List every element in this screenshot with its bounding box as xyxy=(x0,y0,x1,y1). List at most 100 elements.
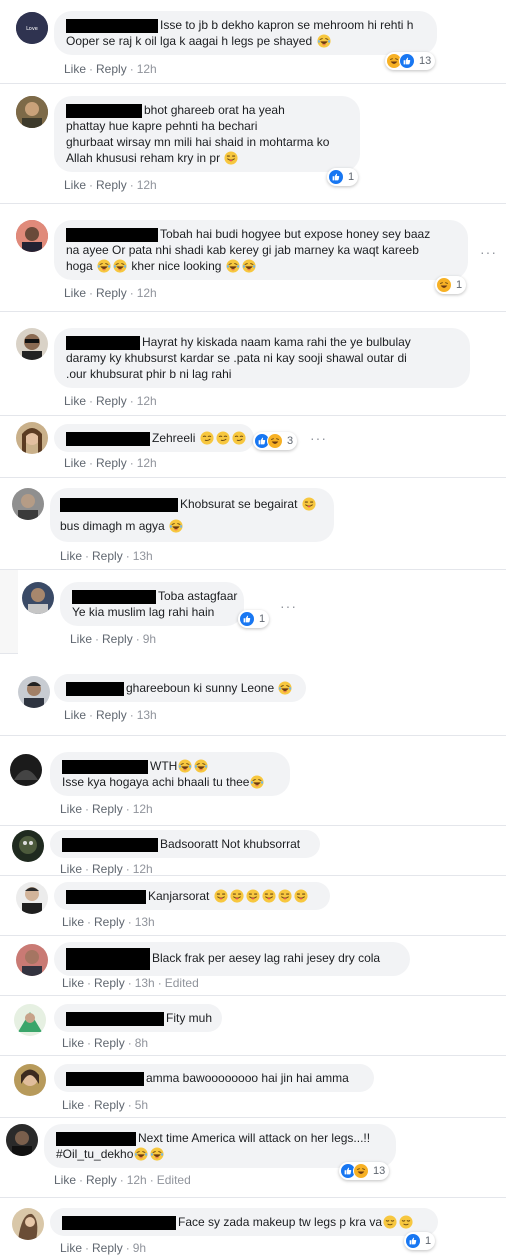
reaction-summary[interactable]: 1 xyxy=(435,276,467,294)
avatar[interactable] xyxy=(16,220,48,252)
like-link[interactable]: Like xyxy=(60,549,82,563)
reply-link[interactable]: Reply xyxy=(96,708,127,722)
reply-link[interactable]: Reply xyxy=(94,1036,125,1050)
like-link[interactable]: Like xyxy=(60,862,82,876)
reply-link[interactable]: Reply xyxy=(96,62,127,76)
avatar[interactable] xyxy=(16,882,48,914)
like-link[interactable]: Like xyxy=(64,178,86,192)
avatar[interactable] xyxy=(22,582,54,614)
like-link[interactable]: Like xyxy=(60,1241,82,1255)
timestamp[interactable]: 13h xyxy=(135,976,155,990)
timestamp[interactable]: 12h xyxy=(133,862,153,876)
timestamp[interactable]: 5h xyxy=(135,1098,148,1112)
like-link[interactable]: Like xyxy=(64,394,86,408)
like-link[interactable]: Like xyxy=(64,286,86,300)
like-link[interactable]: Like xyxy=(64,708,86,722)
timestamp[interactable]: 12h xyxy=(137,394,157,408)
reaction-summary[interactable]: 1 xyxy=(327,168,359,186)
more-options-icon[interactable]: ··· xyxy=(310,430,327,446)
reply-link[interactable]: Reply xyxy=(94,915,125,929)
avatar[interactable] xyxy=(12,1208,44,1240)
timestamp[interactable]: 8h xyxy=(135,1036,148,1050)
avatar[interactable] xyxy=(16,422,48,454)
reply-link[interactable]: Reply xyxy=(96,394,127,408)
comment-actions: Like · Reply · 12h xyxy=(64,456,157,470)
like-link[interactable]: Like xyxy=(70,632,92,646)
comment-actions: Like · Reply · 9h xyxy=(60,1241,146,1255)
smirk-emoji-icon xyxy=(216,431,230,445)
reply-link[interactable]: Reply xyxy=(92,802,123,816)
separator: · xyxy=(119,1173,124,1187)
like-link[interactable]: Like xyxy=(54,1173,76,1187)
avatar[interactable] xyxy=(18,676,50,708)
like-link[interactable]: Like xyxy=(62,1098,84,1112)
timestamp[interactable]: 12h xyxy=(137,286,157,300)
avatar[interactable] xyxy=(16,328,48,360)
comment-text: Khobsurat se begairat xyxy=(180,497,298,511)
like-link[interactable]: Like xyxy=(62,915,84,929)
separator: · xyxy=(129,62,134,76)
reaction-summary[interactable]: 13 xyxy=(385,52,436,70)
timestamp[interactable]: 12h xyxy=(127,1173,147,1187)
reply-link[interactable]: Reply xyxy=(96,178,127,192)
reply-link[interactable]: Reply xyxy=(94,1098,125,1112)
comment-text: Badsooratt Not khubsorrat xyxy=(160,837,301,851)
reaction-summary[interactable]: 1 xyxy=(238,610,270,628)
like-link[interactable]: Like xyxy=(60,802,82,816)
comment-text: na ayee Or pata nhi shadi kab kerey gi j… xyxy=(66,243,419,257)
avatar[interactable] xyxy=(16,944,48,976)
avatar[interactable]: Love xyxy=(16,12,48,44)
avatar[interactable] xyxy=(10,754,42,786)
timestamp[interactable]: 9h xyxy=(143,632,156,646)
timestamp[interactable]: 12h xyxy=(137,62,157,76)
laughing-emoji-icon xyxy=(194,759,208,773)
reply-link[interactable]: Reply xyxy=(92,1241,123,1255)
like-link[interactable]: Like xyxy=(64,456,86,470)
like-link[interactable]: Like xyxy=(62,1036,84,1050)
avatar[interactable] xyxy=(12,830,44,862)
timestamp[interactable]: 13h xyxy=(133,549,153,563)
like-link[interactable]: Like xyxy=(64,62,86,76)
reply-link[interactable]: Reply xyxy=(92,862,123,876)
comment-text: Ooper se raj k oil lga k aagai h legs pe… xyxy=(66,34,313,48)
laughing-emoji-icon xyxy=(226,259,240,273)
reply-link[interactable]: Reply xyxy=(92,549,123,563)
avatar[interactable] xyxy=(14,1064,46,1096)
avatar[interactable] xyxy=(12,488,44,520)
edited-label[interactable]: Edited xyxy=(157,1173,191,1187)
avatar[interactable] xyxy=(14,1004,46,1036)
reply-link[interactable]: Reply xyxy=(96,456,127,470)
timestamp[interactable]: 13h xyxy=(137,708,157,722)
comment-text: WTH xyxy=(150,759,178,773)
comment-actions: Like · Reply · 12h xyxy=(60,862,153,876)
timestamp[interactable]: 9h xyxy=(133,1241,146,1255)
comment-text: bus dimagh m agya xyxy=(60,519,165,533)
laughing-emoji-icon xyxy=(178,759,192,773)
comment-hashtag[interactable]: #Oil_tu_dekho xyxy=(56,1147,133,1161)
more-options-icon[interactable]: ··· xyxy=(480,244,497,260)
timestamp[interactable]: 12h xyxy=(133,802,153,816)
reaction-summary[interactable]: 3 xyxy=(253,432,298,450)
comment-bubble: Face sy zada makeup tw legs p kra va xyxy=(50,1208,438,1236)
reply-link[interactable]: Reply xyxy=(96,286,127,300)
timestamp[interactable]: 13h xyxy=(135,915,155,929)
avatar[interactable] xyxy=(6,1124,38,1156)
reply-link[interactable]: Reply xyxy=(102,632,133,646)
avatar[interactable] xyxy=(16,96,48,128)
timestamp[interactable]: 12h xyxy=(137,456,157,470)
reply-link[interactable]: Reply xyxy=(94,976,125,990)
timestamp[interactable]: 12h xyxy=(137,178,157,192)
comment: Tobah hai budi hogyee but expose honey s… xyxy=(0,204,506,312)
comment: Love Isse to jb b dekho kapron se mehroo… xyxy=(0,0,506,84)
like-link[interactable]: Like xyxy=(62,976,84,990)
comment: Hayrat hy kiskada naam kama rahi the ye … xyxy=(0,312,506,416)
edited-label[interactable]: Edited xyxy=(165,976,199,990)
comment-bubble: Fity muh xyxy=(54,1004,222,1032)
reply-link[interactable]: Reply xyxy=(86,1173,117,1187)
comment-actions: Like · Reply · 12h xyxy=(60,802,153,816)
reaction-summary[interactable]: 1 xyxy=(404,1232,436,1250)
comment-text: bhot ghareeb orat ha yeah xyxy=(144,103,285,117)
reaction-summary[interactable]: 13 xyxy=(339,1162,390,1180)
comment-bubble: bhot ghareeb orat ha yeah phattay hue ka… xyxy=(54,96,360,172)
more-options-icon[interactable]: ··· xyxy=(280,598,297,614)
